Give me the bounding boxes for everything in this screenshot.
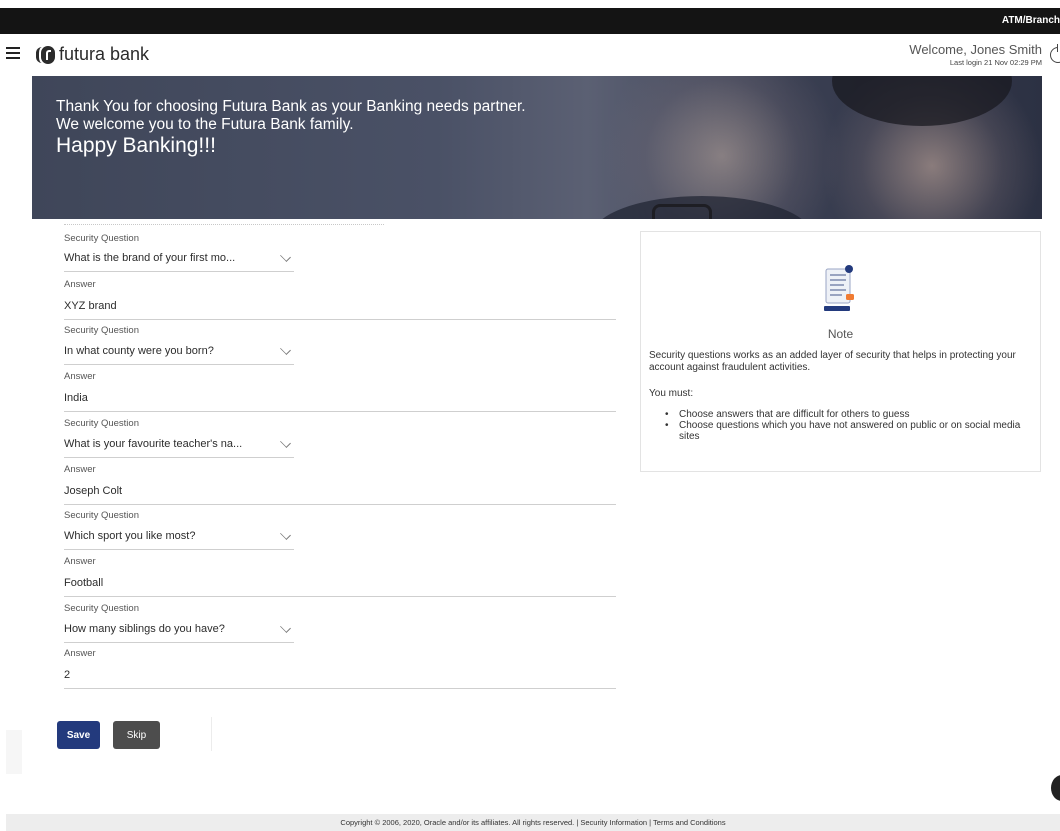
- security-question-select-4[interactable]: Which sport you like most?: [64, 526, 294, 550]
- note-panel: Note Security questions works as an adde…: [640, 231, 1041, 472]
- chevron-down-icon: [280, 251, 291, 262]
- answer-value: Joseph Colt: [64, 485, 123, 497]
- answer-label: Answer: [64, 279, 96, 290]
- answer-value: 2: [64, 669, 71, 681]
- security-question-value: In what county were you born?: [64, 345, 214, 357]
- security-question-select-1[interactable]: What is the brand of your first mo...: [64, 248, 294, 272]
- security-question-value: What is your favourite teacher's na...: [64, 438, 243, 450]
- copyright-text: Copyright © 2006, 2020, Oracle and/or it…: [340, 818, 726, 827]
- footer: Copyright © 2006, 2020, Oracle and/or it…: [6, 814, 1060, 831]
- answer-input-2[interactable]: India: [64, 388, 616, 412]
- security-question-select-2[interactable]: In what county were you born?: [64, 341, 294, 365]
- header: futura bank Welcome, Jones Smith Last lo…: [0, 34, 1060, 76]
- brand-name: futura bank: [59, 44, 150, 64]
- atm-branch-link[interactable]: ATM/Branch: [1002, 15, 1060, 26]
- answer-input-3[interactable]: Joseph Colt: [64, 481, 616, 505]
- list-item: Choose answers that are difficult for ot…: [665, 409, 1034, 420]
- answer-label: Answer: [64, 464, 96, 475]
- menu-icon[interactable]: [6, 47, 20, 59]
- answer-label: Answer: [64, 648, 96, 659]
- partial-divider: [64, 224, 384, 227]
- banner-heading: Happy Banking!!!: [56, 134, 216, 157]
- security-question-label: Security Question: [64, 510, 139, 521]
- answer-value: XYZ brand: [64, 300, 117, 312]
- page: ATM/Branch futura bank Welcome, Jones Sm…: [0, 0, 1060, 831]
- security-question-value: What is the brand of your first mo...: [64, 252, 236, 264]
- answer-value: India: [64, 392, 88, 404]
- chat-fab-icon[interactable]: [1051, 775, 1060, 801]
- security-question-label: Security Question: [64, 233, 139, 244]
- chevron-down-icon: [280, 529, 291, 540]
- note-list: Choose answers that are difficult for ot…: [665, 409, 1034, 442]
- banner-line-1: Thank You for choosing Futura Bank as yo…: [56, 98, 526, 115]
- answer-label: Answer: [64, 556, 96, 567]
- save-button[interactable]: Save: [57, 721, 100, 749]
- note-title: Note: [827, 327, 854, 341]
- power-icon[interactable]: [1050, 44, 1060, 63]
- security-question-label: Security Question: [64, 603, 139, 614]
- security-question-label: Security Question: [64, 325, 139, 336]
- security-question-label: Security Question: [64, 418, 139, 429]
- welcome-text: Welcome, Jones Smith: [909, 42, 1042, 57]
- answer-input-1[interactable]: XYZ brand: [64, 296, 616, 320]
- futura-logo-icon: [36, 45, 56, 65]
- chevron-down-icon: [280, 437, 291, 448]
- answer-input-5[interactable]: 2: [64, 665, 616, 689]
- security-question-value: Which sport you like most?: [64, 530, 196, 542]
- last-login-text: Last login 21 Nov 02:29 PM: [949, 58, 1042, 67]
- skip-button[interactable]: Skip: [113, 721, 160, 749]
- chevron-down-icon: [280, 622, 291, 633]
- security-question-value: How many siblings do you have?: [64, 623, 225, 635]
- security-question-select-5[interactable]: How many siblings do you have?: [64, 619, 294, 643]
- answer-input-4[interactable]: Football: [64, 573, 616, 597]
- note-document-icon: [824, 265, 854, 311]
- left-edge-divider: [6, 730, 22, 774]
- security-questions-form: Security Question What is the brand of y…: [24, 219, 630, 774]
- answer-label: Answer: [64, 371, 96, 382]
- brand-logo[interactable]: futura bank: [36, 44, 149, 65]
- note-body: Security questions works as an added lay…: [649, 350, 1016, 373]
- note-must-label: You must:: [649, 388, 694, 399]
- banner-line-2: We welcome you to the Futura Bank family…: [56, 116, 354, 133]
- list-item: Choose questions which you have not answ…: [665, 420, 1034, 442]
- top-bar: ATM/Branch: [0, 8, 1060, 34]
- button-area-divider: [211, 717, 223, 751]
- answer-value: Football: [64, 577, 104, 589]
- welcome-banner: Thank You for choosing Futura Bank as yo…: [32, 76, 1042, 219]
- user-info: Welcome, Jones Smith Last login 21 Nov 0…: [909, 42, 1042, 67]
- chevron-down-icon: [280, 344, 291, 355]
- security-question-select-3[interactable]: What is your favourite teacher's na...: [64, 434, 294, 458]
